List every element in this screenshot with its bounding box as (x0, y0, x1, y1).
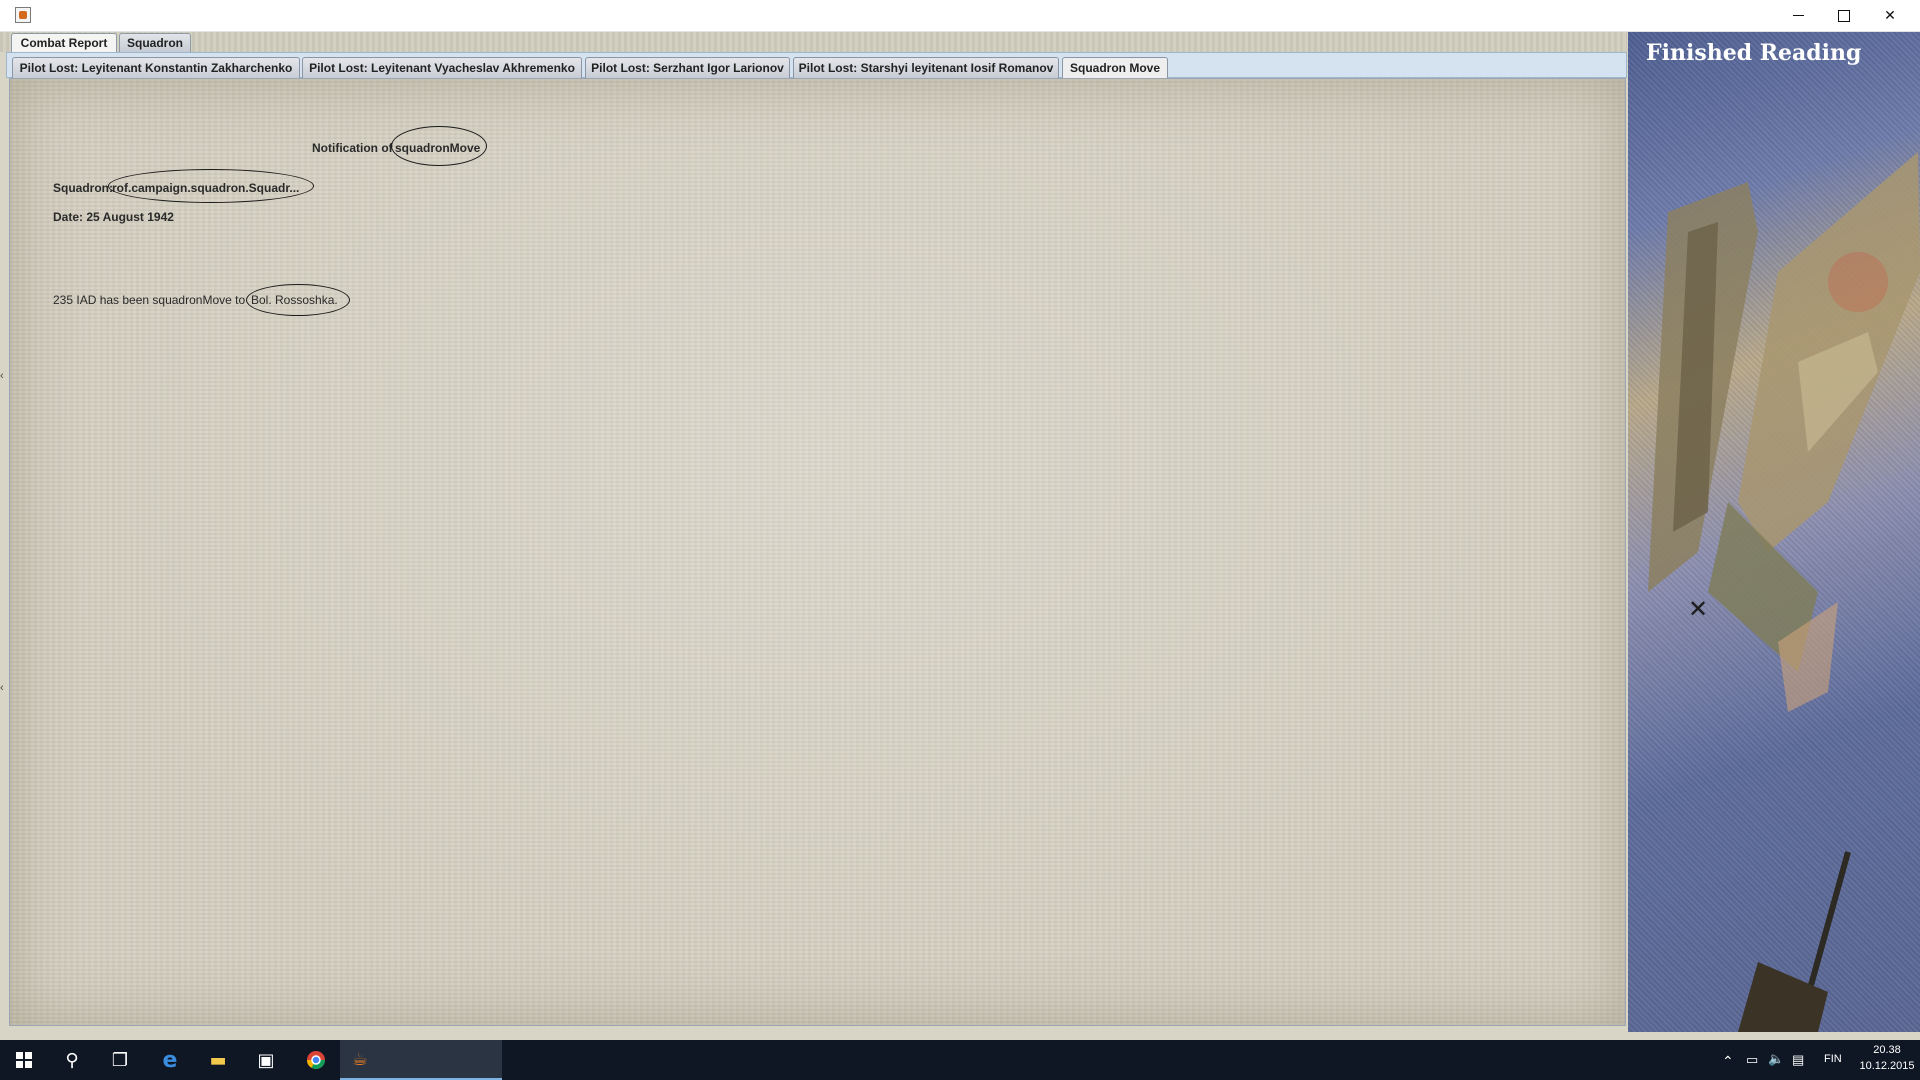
clock-date[interactable]: 10.12.2015 (1854, 1060, 1920, 1072)
report-paper: Notification of squadronMove Squadron: r… (9, 78, 1626, 1026)
network-icon[interactable]: ▭ (1746, 1052, 1758, 1068)
chrome-icon (307, 1051, 325, 1070)
scroll-left-icon[interactable]: ‹ (0, 682, 4, 694)
outer-tab-strip (0, 32, 1627, 52)
tab-squadron-move[interactable]: Squadron Move (1062, 57, 1168, 78)
tab-combat-report[interactable]: Combat Report (11, 33, 117, 52)
hand-drawn-circle (108, 169, 314, 203)
report-body-prefix: 235 IAD has been squadronMove to (53, 293, 246, 307)
close-button[interactable]: ✕ (1867, 0, 1913, 31)
maximize-icon (1838, 9, 1850, 22)
svg-text:✕: ✕ (1688, 595, 1708, 623)
close-icon: ✕ (1884, 7, 1896, 24)
hand-drawn-circle (246, 284, 350, 316)
maximize-button[interactable] (1821, 0, 1867, 31)
java-app-icon (15, 7, 31, 23)
tab-pilot-lost-akhremenko[interactable]: Pilot Lost: Leyitenant Vyacheslav Akhrem… (302, 57, 582, 78)
store-icon: ▣ (257, 1049, 275, 1071)
language-indicator[interactable]: FIN (1824, 1053, 1842, 1065)
aircraft-illustration: ✕ (1648, 152, 1920, 1032)
hand-drawn-circle (391, 126, 487, 166)
chrome-button[interactable] (292, 1040, 340, 1080)
windows-icon (16, 1052, 32, 1068)
aircraft-artwork-panel: ✕ Finished Reading (1628, 32, 1920, 1032)
tab-pilot-lost-zakharchenko[interactable]: Pilot Lost: Leyitenant Konstantin Zakhar… (12, 57, 300, 78)
java-app-taskbar-button[interactable]: ☕ (340, 1040, 502, 1080)
taskbar: ⚲ ❐ e ▬ ▣ ☕ ⌃ ▭ 🔈 ▤ FIN 20.38 10.12.2015 (0, 1040, 1920, 1080)
show-hidden-icons-icon[interactable]: ⌃ (1722, 1053, 1734, 1070)
tab-pilot-lost-romanov[interactable]: Pilot Lost: Starshyi leyitenant Iosif Ro… (793, 57, 1059, 78)
window-titlebar: ✕ (0, 0, 1920, 32)
finished-reading-button[interactable]: Finished Reading (1646, 40, 1861, 66)
task-view-button[interactable]: ❐ (96, 1040, 144, 1080)
search-button[interactable]: ⚲ (48, 1040, 96, 1080)
store-button[interactable]: ▣ (242, 1040, 290, 1080)
java-icon: ☕ (352, 1048, 369, 1070)
clock-time[interactable]: 20.38 (1862, 1044, 1912, 1056)
keyboard-icon[interactable]: ▤ (1792, 1052, 1804, 1068)
folder-icon: ▬ (209, 1049, 227, 1071)
squadron-label: Squadron: (53, 181, 113, 195)
scroll-left-icon[interactable]: ‹ (0, 370, 4, 382)
start-button[interactable] (0, 1040, 48, 1080)
minimize-button[interactable] (1775, 0, 1821, 31)
file-explorer-button[interactable]: ▬ (194, 1040, 242, 1080)
search-icon: ⚲ (65, 1049, 79, 1071)
report-date: Date: 25 August 1942 (53, 210, 174, 224)
tab-pilot-lost-larionov[interactable]: Pilot Lost: Serzhant Igor Larionov (585, 57, 790, 78)
task-view-icon: ❐ (111, 1049, 129, 1071)
minimize-icon (1792, 15, 1804, 16)
edge-button[interactable]: e (146, 1040, 194, 1080)
report-heading-prefix: Notification of (312, 141, 393, 155)
volume-icon[interactable]: 🔈 (1768, 1051, 1784, 1067)
tab-squadron[interactable]: Squadron (119, 33, 191, 52)
edge-icon: e (162, 1047, 178, 1073)
